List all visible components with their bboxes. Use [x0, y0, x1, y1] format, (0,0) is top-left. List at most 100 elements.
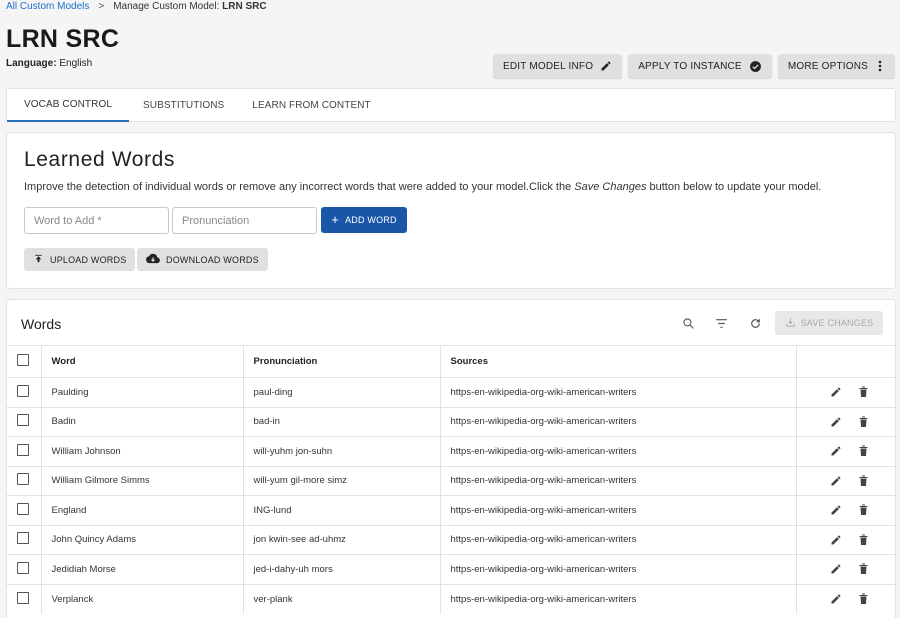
tab-substitutions[interactable]: SUBSTITUTIONS — [129, 89, 238, 122]
trash-icon[interactable] — [858, 534, 869, 546]
edit-icon[interactable] — [830, 386, 842, 398]
header-actions: EDIT MODEL INFO APPLY TO INSTANCE MORE O… — [492, 54, 895, 78]
word-cell: William Gilmore Simms — [40, 465, 243, 496]
row-checkbox[interactable] — [17, 532, 29, 545]
row-actions-cell — [795, 406, 895, 437]
pronunciation-cell: jon kwin-see ad-uhmz — [242, 524, 440, 555]
select-all-checkbox[interactable] — [17, 354, 29, 366]
add-word-button[interactable]: + ADD WORD — [321, 207, 407, 233]
pronunciation-input[interactable]: Pronunciation — [172, 207, 317, 234]
trash-icon[interactable] — [858, 386, 869, 398]
breadcrumb: All Custom Models > Manage Custom Model:… — [6, 0, 267, 13]
words-title: Words — [21, 316, 62, 332]
upload-icon — [33, 253, 44, 266]
save-icon — [785, 317, 796, 330]
cloud-download-icon — [146, 253, 160, 266]
source-cell: https-en-wikipedia-org-wiki-american-wri… — [439, 436, 796, 466]
pronunciation-cell: ING-lund — [242, 495, 440, 525]
description-save-changes-emphasis: Save Changes — [574, 181, 647, 193]
edit-icon[interactable] — [830, 534, 842, 546]
breadcrumb-model-name: LRN SRC — [222, 1, 267, 12]
word-cell: John Quincy Adams — [40, 524, 243, 555]
table-row[interactable]: William Johnson will-yuhm jon-suhn https-e… — [7, 436, 895, 466]
edit-model-info-button[interactable]: EDIT MODEL INFO — [492, 54, 623, 78]
edit-icon[interactable] — [830, 563, 842, 575]
table-row[interactable]: Badin bad-in https-en-wikipedia-org-wiki-a… — [7, 406, 895, 437]
trash-icon[interactable] — [858, 593, 869, 605]
source-cell: https-en-wikipedia-org-wiki-american-wri… — [439, 583, 796, 614]
edit-icon[interactable] — [830, 416, 842, 428]
table-row[interactable]: John Quincy Adams jon kwin-see ad-uhmz htt… — [7, 524, 895, 555]
row-checkbox[interactable] — [17, 414, 29, 427]
words-table: Word Pronunciation Sources Paulding paul-… — [7, 345, 895, 614]
edit-model-info-label: EDIT MODEL INFO — [502, 60, 594, 72]
row-checkbox[interactable] — [17, 384, 29, 397]
row-actions-cell — [795, 583, 895, 614]
language-value: English — [59, 58, 93, 69]
word-to-add-input[interactable]: Word to Add * — [24, 207, 169, 234]
column-header-sources[interactable]: Sources — [439, 345, 796, 378]
edit-icon[interactable] — [830, 504, 842, 516]
breadcrumb-current: Manage Custom Model: LRN SRC — [113, 0, 266, 13]
row-actions-cell — [795, 377, 895, 407]
table-row[interactable]: Verplanck ver-plank https-en-wikipedia-org… — [7, 583, 895, 614]
edit-icon[interactable] — [830, 593, 842, 605]
word-cell: Jedidiah Morse — [40, 554, 243, 584]
table-row[interactable]: Jedidiah Morse jed-i-dahy-uh mors https-en… — [7, 554, 895, 584]
trash-icon[interactable] — [858, 445, 869, 457]
trash-icon[interactable] — [858, 563, 869, 575]
add-word-label: ADD WORD — [345, 215, 397, 225]
language-label: Language: — [6, 58, 57, 69]
word-cell: William Johnson — [40, 436, 243, 466]
filter-icon[interactable] — [712, 314, 730, 332]
tab-learn-from-content[interactable]: LEARN FROM CONTENT — [238, 89, 384, 122]
row-checkbox[interactable] — [17, 591, 29, 604]
edit-icon[interactable] — [830, 445, 842, 457]
pencil-icon — [600, 60, 612, 72]
pronunciation-cell: paul-ding — [242, 377, 440, 407]
row-checkbox[interactable] — [17, 473, 29, 486]
upload-words-label: UPLOAD WORDS — [50, 254, 127, 265]
apply-to-instance-button[interactable]: APPLY TO INSTANCE — [628, 54, 772, 78]
row-select-cell — [7, 524, 41, 555]
trash-icon[interactable] — [858, 475, 869, 487]
row-actions-cell — [795, 495, 895, 525]
row-checkbox[interactable] — [17, 443, 29, 456]
tab-bar: VOCAB CONTROL SUBSTITUTIONS LEARN FROM C… — [6, 88, 896, 122]
source-cell: https-en-wikipedia-org-wiki-american-wri… — [439, 377, 796, 407]
trash-icon[interactable] — [858, 504, 869, 516]
upload-words-button[interactable]: UPLOAD WORDS — [24, 248, 136, 271]
table-row[interactable]: Paulding paul-ding https-en-wikipedia-org-… — [7, 377, 895, 407]
search-icon[interactable] — [679, 314, 697, 332]
column-header-pronunciation[interactable]: Pronunciation — [242, 345, 440, 378]
edit-icon[interactable] — [830, 475, 842, 487]
pronunciation-cell: will-yuhm jon-suhn — [242, 436, 440, 466]
tab-vocab-control[interactable]: VOCAB CONTROL — [7, 89, 129, 122]
table-row[interactable]: England ING-lund https-en-wikipedia-org-wi… — [7, 495, 895, 525]
learned-words-card: Learned Words Improve the detection of i… — [6, 132, 896, 289]
trash-icon[interactable] — [858, 416, 869, 428]
table-header-row: Word Pronunciation Sources — [7, 345, 895, 378]
word-cell: Paulding — [40, 377, 243, 407]
check-circle-icon — [749, 60, 762, 73]
row-checkbox[interactable] — [17, 502, 29, 515]
breadcrumb-all-custom-models-link[interactable]: All Custom Models — [6, 0, 89, 13]
save-changes-label: SAVE CHANGES — [800, 318, 874, 328]
row-select-cell — [7, 583, 41, 614]
row-select-cell — [7, 495, 41, 525]
save-changes-button[interactable]: SAVE CHANGES — [775, 311, 883, 335]
word-cell: England — [40, 495, 243, 525]
download-words-label: DOWNLOAD WORDS — [166, 254, 259, 265]
breadcrumb-prefix: Manage Custom Model: — [113, 1, 223, 12]
download-words-button[interactable]: DOWNLOAD WORDS — [137, 248, 268, 271]
table-row[interactable]: William Gilmore Simms will-yum gil-more s… — [7, 465, 895, 496]
row-actions-cell — [795, 524, 895, 555]
words-card: Words SAVE CHANGES Word Pronunciation So… — [6, 299, 896, 618]
row-select-cell — [7, 377, 41, 407]
row-actions-cell — [795, 436, 895, 466]
refresh-icon[interactable] — [746, 314, 764, 332]
more-options-button[interactable]: MORE OPTIONS — [777, 54, 895, 78]
column-header-word[interactable]: Word — [40, 345, 243, 378]
row-checkbox[interactable] — [17, 561, 29, 574]
source-cell: https-en-wikipedia-org-wiki-american-wri… — [439, 524, 796, 555]
